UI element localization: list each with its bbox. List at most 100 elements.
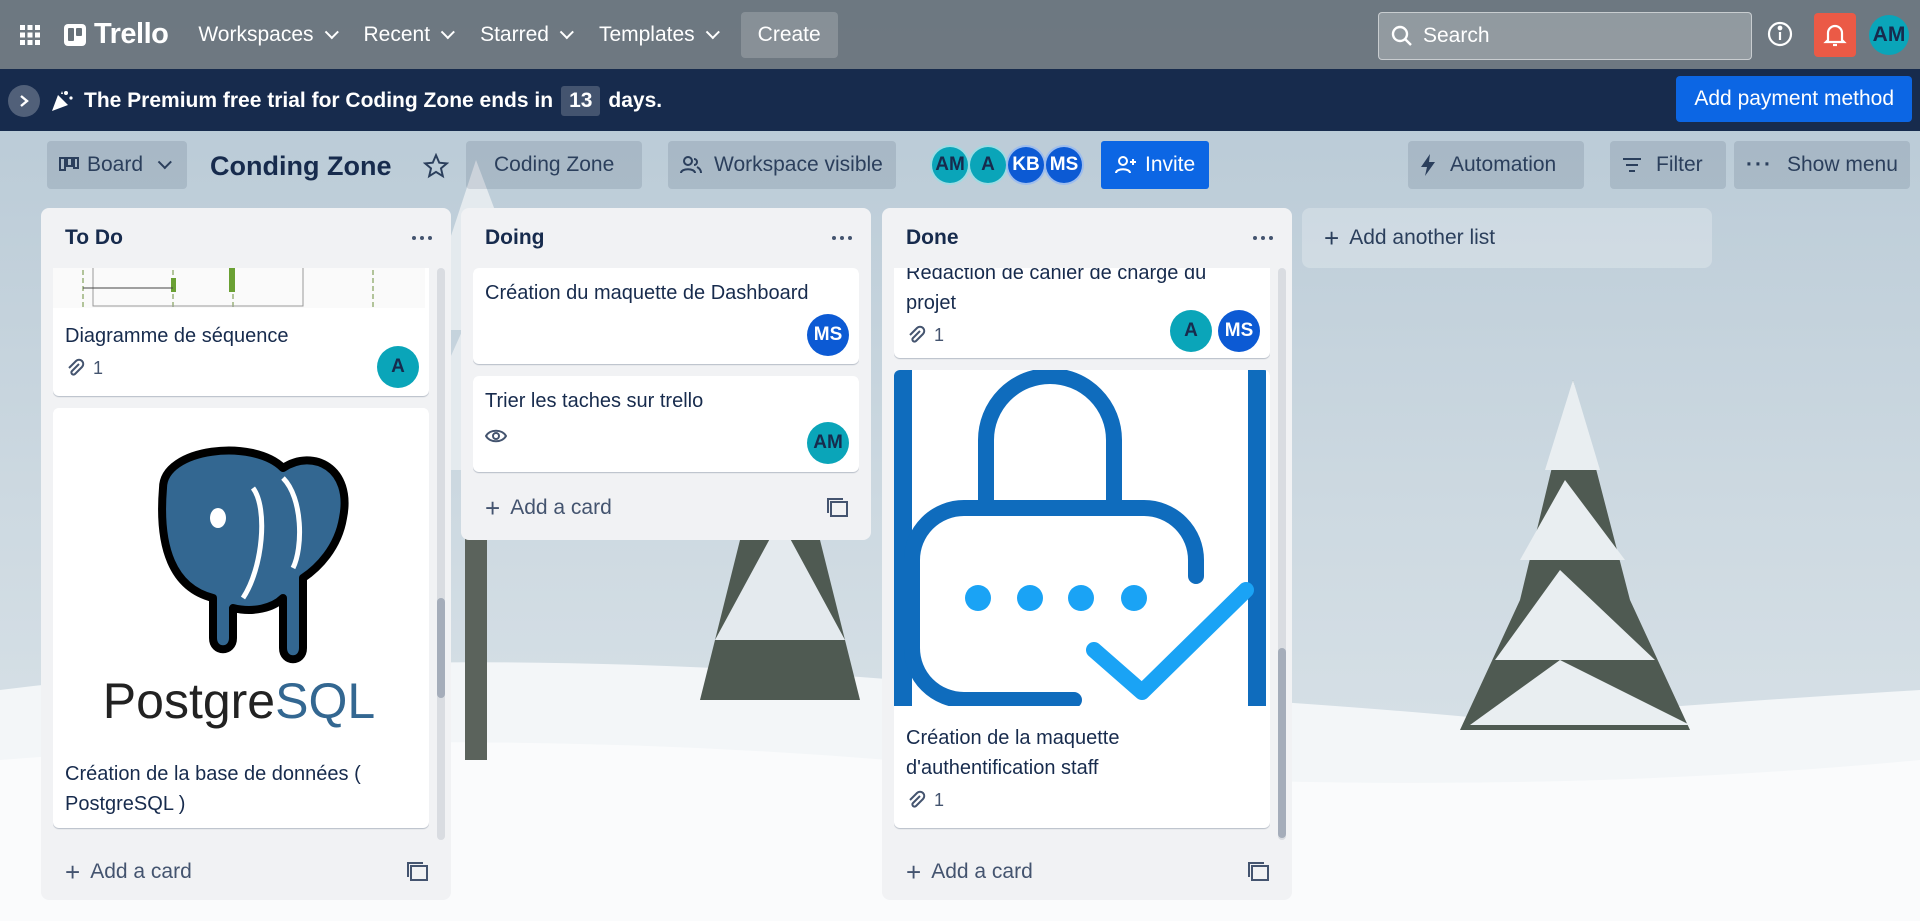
list-scrollbar[interactable] (1278, 268, 1286, 840)
list-title[interactable]: Doing (485, 226, 544, 250)
chevron-down-icon (559, 24, 574, 39)
workspace-button[interactable]: Coding Zone (466, 141, 642, 189)
card-member-avatar[interactable]: A (1170, 310, 1212, 352)
add-card-label: Add a card (510, 496, 612, 519)
card-member-avatar[interactable]: AM (807, 422, 849, 464)
invite-label: Invite (1145, 153, 1196, 176)
user-avatar[interactable]: AM (1869, 15, 1909, 55)
add-payment-method-button[interactable]: Add payment method (1676, 76, 1912, 122)
chevron-right-icon (20, 95, 29, 107)
card-title: Création de la maquette d'authentificati… (906, 727, 1120, 779)
chevron-down-icon (705, 24, 720, 39)
lightning-icon (1421, 154, 1435, 176)
lock-password-icon (894, 370, 1266, 708)
celebration-icon (52, 91, 73, 111)
nav-templates-menu[interactable]: Templates (587, 15, 727, 55)
visibility-button[interactable]: Workspace visible (668, 141, 896, 189)
nav-recent-menu[interactable]: Recent (352, 15, 463, 55)
people-icon (680, 156, 702, 174)
plus-icon: + (65, 856, 81, 887)
trial-days-badge: 13 (561, 86, 601, 116)
eye-icon (485, 429, 507, 443)
nav-workspaces-menu[interactable]: Workspaces (186, 15, 345, 55)
search-input[interactable] (1423, 24, 1723, 48)
information-button[interactable] (1766, 20, 1794, 48)
premium-trial-banner: The Premium free trial for Coding Zone e… (0, 69, 1920, 131)
list-title[interactable]: To Do (65, 226, 123, 250)
list-actions-button[interactable] (407, 228, 437, 248)
filter-label: Filter (1656, 153, 1703, 176)
board-view-switcher[interactable]: Board (47, 141, 187, 189)
card[interactable]: Trier les taches sur trello AM (473, 376, 859, 472)
sequence-diagram-cover (53, 268, 425, 308)
list-cards: Création du maquette de Dashboard MS Tri… (473, 268, 859, 478)
chevron-down-icon (157, 155, 172, 170)
list-actions-button[interactable] (1248, 228, 1278, 248)
card-title: Diagramme de séquence (65, 325, 289, 347)
scrollbar-thumb[interactable] (437, 598, 445, 698)
member-avatar[interactable]: AM (930, 145, 970, 185)
nav-starred-menu[interactable]: Starred (468, 15, 581, 55)
search-icon (1391, 25, 1412, 46)
more-icon: ··· (1746, 153, 1773, 176)
board-title[interactable]: Conding Zone (210, 151, 391, 182)
info-icon (1767, 21, 1793, 47)
list-scrollbar[interactable] (437, 268, 445, 840)
scrollbar-thumb[interactable] (1278, 648, 1286, 838)
card[interactable]: Rédaction de cahier de charge du projet … (894, 268, 1270, 358)
add-card-button[interactable]: + Add a card (53, 850, 204, 894)
list-header: To Do (41, 208, 451, 268)
trello-logo-text: Trello (94, 18, 169, 50)
attachment-count: 1 (93, 357, 104, 378)
card-template-icon[interactable] (1248, 862, 1270, 882)
show-menu-button[interactable]: ··· Show menu (1734, 141, 1910, 189)
member-avatar[interactable]: KB (1006, 145, 1046, 185)
show-menu-label: Show menu (1786, 153, 1898, 176)
search-box[interactable] (1378, 12, 1752, 60)
nav-starred-label: Starred (480, 22, 549, 46)
card-members: A MS (1170, 310, 1260, 352)
star-icon (422, 152, 450, 179)
member-avatar[interactable]: MS (1044, 145, 1084, 185)
card-member-avatar[interactable]: MS (807, 314, 849, 356)
visibility-label: Workspace visible (714, 153, 883, 176)
card-badges (473, 416, 859, 456)
card[interactable]: PostgreSQL Création de la base de donnée… (53, 408, 429, 828)
board-header: Board Conding Zone Coding Zone Workspace… (0, 131, 1920, 201)
card[interactable]: Diagramme de séquence 1 A (53, 268, 429, 396)
expand-sidebar-button[interactable] (8, 85, 40, 117)
card[interactable]: Création du maquette de Dashboard MS (473, 268, 859, 364)
list-done: Done Rédaction de cahier de charge du pr… (882, 208, 1292, 900)
list-actions-button[interactable] (827, 228, 857, 248)
filter-button[interactable]: Filter (1610, 141, 1726, 189)
card[interactable]: Création de la maquette d'authentificati… (894, 370, 1270, 828)
create-button[interactable]: Create (740, 11, 838, 58)
add-list-label: Add another list (1349, 226, 1496, 249)
automation-button[interactable]: Automation (1408, 141, 1584, 189)
card-member-avatar[interactable]: MS (1218, 310, 1260, 352)
card-title: Trier les taches sur trello (485, 390, 704, 412)
invite-button[interactable]: Invite (1101, 141, 1210, 189)
list-title[interactable]: Done (906, 226, 959, 250)
add-another-list-button[interactable]: + Add another list (1302, 208, 1712, 268)
plus-icon: + (906, 856, 922, 887)
nav-workspaces-label: Workspaces (198, 22, 314, 46)
card-template-icon[interactable] (407, 862, 429, 882)
postgresql-logo-text: PostgreSQL (102, 673, 376, 729)
app-switcher-button[interactable] (12, 17, 48, 53)
add-card-button[interactable]: + Add a card (894, 850, 1045, 894)
add-card-button[interactable]: + Add a card (473, 486, 624, 530)
board-members: AM A KB MS (930, 145, 1084, 185)
automation-label: Automation (1450, 153, 1557, 176)
card-template-icon[interactable] (827, 498, 849, 518)
list-header: Done (882, 208, 1292, 268)
trello-logo[interactable]: Trello (64, 18, 169, 51)
notifications-button[interactable] (1814, 13, 1856, 57)
trial-message-text: The Premium free trial for Coding Zone e… (84, 89, 554, 112)
card-member-avatar[interactable]: A (377, 346, 419, 388)
paperclip-icon (68, 358, 85, 376)
list-cards: Rédaction de cahier de charge du projet … (894, 268, 1270, 840)
member-avatar[interactable]: A (968, 145, 1008, 185)
attachment-count: 1 (934, 789, 945, 810)
star-board-button[interactable] (422, 152, 450, 184)
